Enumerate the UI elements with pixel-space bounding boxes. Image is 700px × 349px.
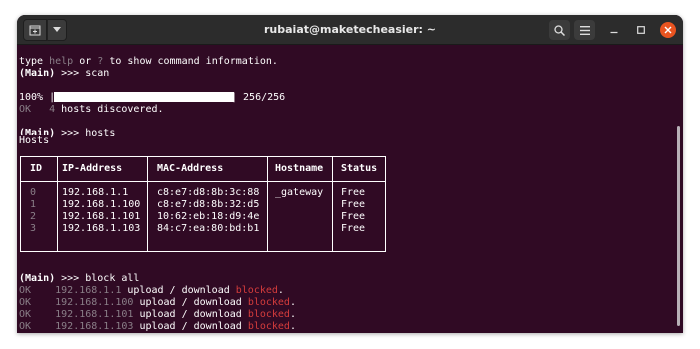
minimize-icon [610,31,618,34]
block-result-line: OK 192.168.1.100 upload / download block… [19,297,296,309]
column-divider [332,157,333,251]
help-keyword: help [49,56,74,67]
prompt-arrows: >>> [55,68,86,79]
terminal-window: rubaiat@maketecheasier: ~ type help or ?… [17,15,683,333]
host-mac: 10:62:eb:18:d9:4e [157,211,260,222]
new-tab-icon [29,25,41,36]
blocked-status: blocked [247,321,290,332]
scrollbar[interactable] [677,126,680,326]
host-mac: c8:e7:d8:8b:32:d5 [157,199,260,210]
chevron-down-icon [53,27,61,32]
new-tab-button[interactable] [23,19,47,41]
blocked-status: blocked [247,297,290,308]
block-text: upload / download [121,285,236,296]
header-divider [21,181,385,182]
host-ip: 192.168.1.101 [62,211,141,222]
maximize-button[interactable] [634,23,648,37]
blocked-status: blocked [235,285,278,296]
prompt: (Main) [19,68,56,79]
hosts-table: ID IP-Address MAC-Address Hostname Statu… [20,156,386,252]
host-id: 1 [30,199,37,210]
tab-menu-dropdown-button[interactable] [47,19,67,41]
hosts-table-label: Hosts [19,135,52,147]
progress-bar [54,92,234,102]
host-id: 3 [30,223,37,234]
host-status: Free [341,211,366,222]
hamburger-icon [579,25,590,35]
block-ip: 192.168.1.1 [55,285,122,296]
column-divider [57,157,58,251]
host-status: Free [341,223,366,234]
help-mid-text: or [73,56,98,67]
blocked-status: blocked [247,309,290,320]
host-hostname: _gateway [275,187,324,198]
command-line-block: (Main) >>> block all [19,273,139,285]
block-end: . [289,321,296,332]
block-result-line: OK 192.168.1.1 upload / download blocked… [19,285,284,297]
progress-percent: 100% | [19,92,56,103]
ok-label: OK [19,297,32,308]
host-id: 0 [30,187,37,198]
host-status: Free [341,187,366,198]
command-line-scan: (Main) >>> scan [19,68,109,80]
host-mac: 84:c7:ea:80:bd:b1 [157,223,260,234]
discovered-line: OK 4 hosts discovered. [19,104,164,116]
menu-button[interactable] [574,20,595,40]
close-button[interactable] [660,22,676,38]
block-end: . [277,285,284,296]
terminal-output[interactable]: type help or ? to show command informati… [17,46,683,333]
block-ip: 192.168.1.103 [55,321,134,332]
column-header-hostname: Hostname [275,163,324,174]
block-ip: 192.168.1.101 [55,309,134,320]
minimize-button[interactable] [607,23,621,37]
column-divider [267,157,268,251]
close-icon [664,26,672,34]
help-pre-text: type [19,56,50,67]
host-ip: 192.168.1.1 [62,187,129,198]
column-divider [147,157,148,251]
column-header-mac: MAC-Address [157,163,224,174]
block-end: . [289,309,296,320]
block-result-line: OK 192.168.1.103 upload / download block… [19,321,296,333]
host-mac: c8:e7:d8:8b:3c:88 [157,187,260,198]
command-text: hosts [85,128,116,139]
ok-label: OK [19,285,32,296]
block-text: upload / download [133,321,248,332]
host-ip: 192.168.1.100 [62,199,141,210]
column-header-ip: IP-Address [62,163,123,174]
block-text: upload / download [133,309,248,320]
prompt-arrows: >>> [55,273,86,284]
column-header-status: Status [341,163,378,174]
ok-label: OK [19,321,32,332]
ok-label: OK [19,309,32,320]
help-post-text: to show command information. [103,56,278,67]
maximize-icon [637,26,645,34]
help-line: type help or ? to show command informati… [19,56,278,68]
search-button[interactable] [549,20,570,40]
block-ip: 192.168.1.100 [55,297,134,308]
ok-label: OK [19,104,32,115]
progress-count: | 256/256 [231,92,286,103]
host-ip: 192.168.1.103 [62,223,141,234]
host-status: Free [341,199,366,210]
prompt: (Main) [19,273,56,284]
block-text: upload / download [133,297,248,308]
column-header-id: ID [30,163,43,174]
discovered-text: hosts discovered. [55,104,164,115]
title-bar: rubaiat@maketecheasier: ~ [17,15,683,45]
command-text: scan [85,68,110,79]
search-icon [554,24,565,36]
command-text: block all [85,273,140,284]
block-end: . [289,297,296,308]
prompt-arrows: >>> [55,128,86,139]
host-id: 2 [30,211,37,222]
block-result-line: OK 192.168.1.101 upload / download block… [19,309,296,321]
